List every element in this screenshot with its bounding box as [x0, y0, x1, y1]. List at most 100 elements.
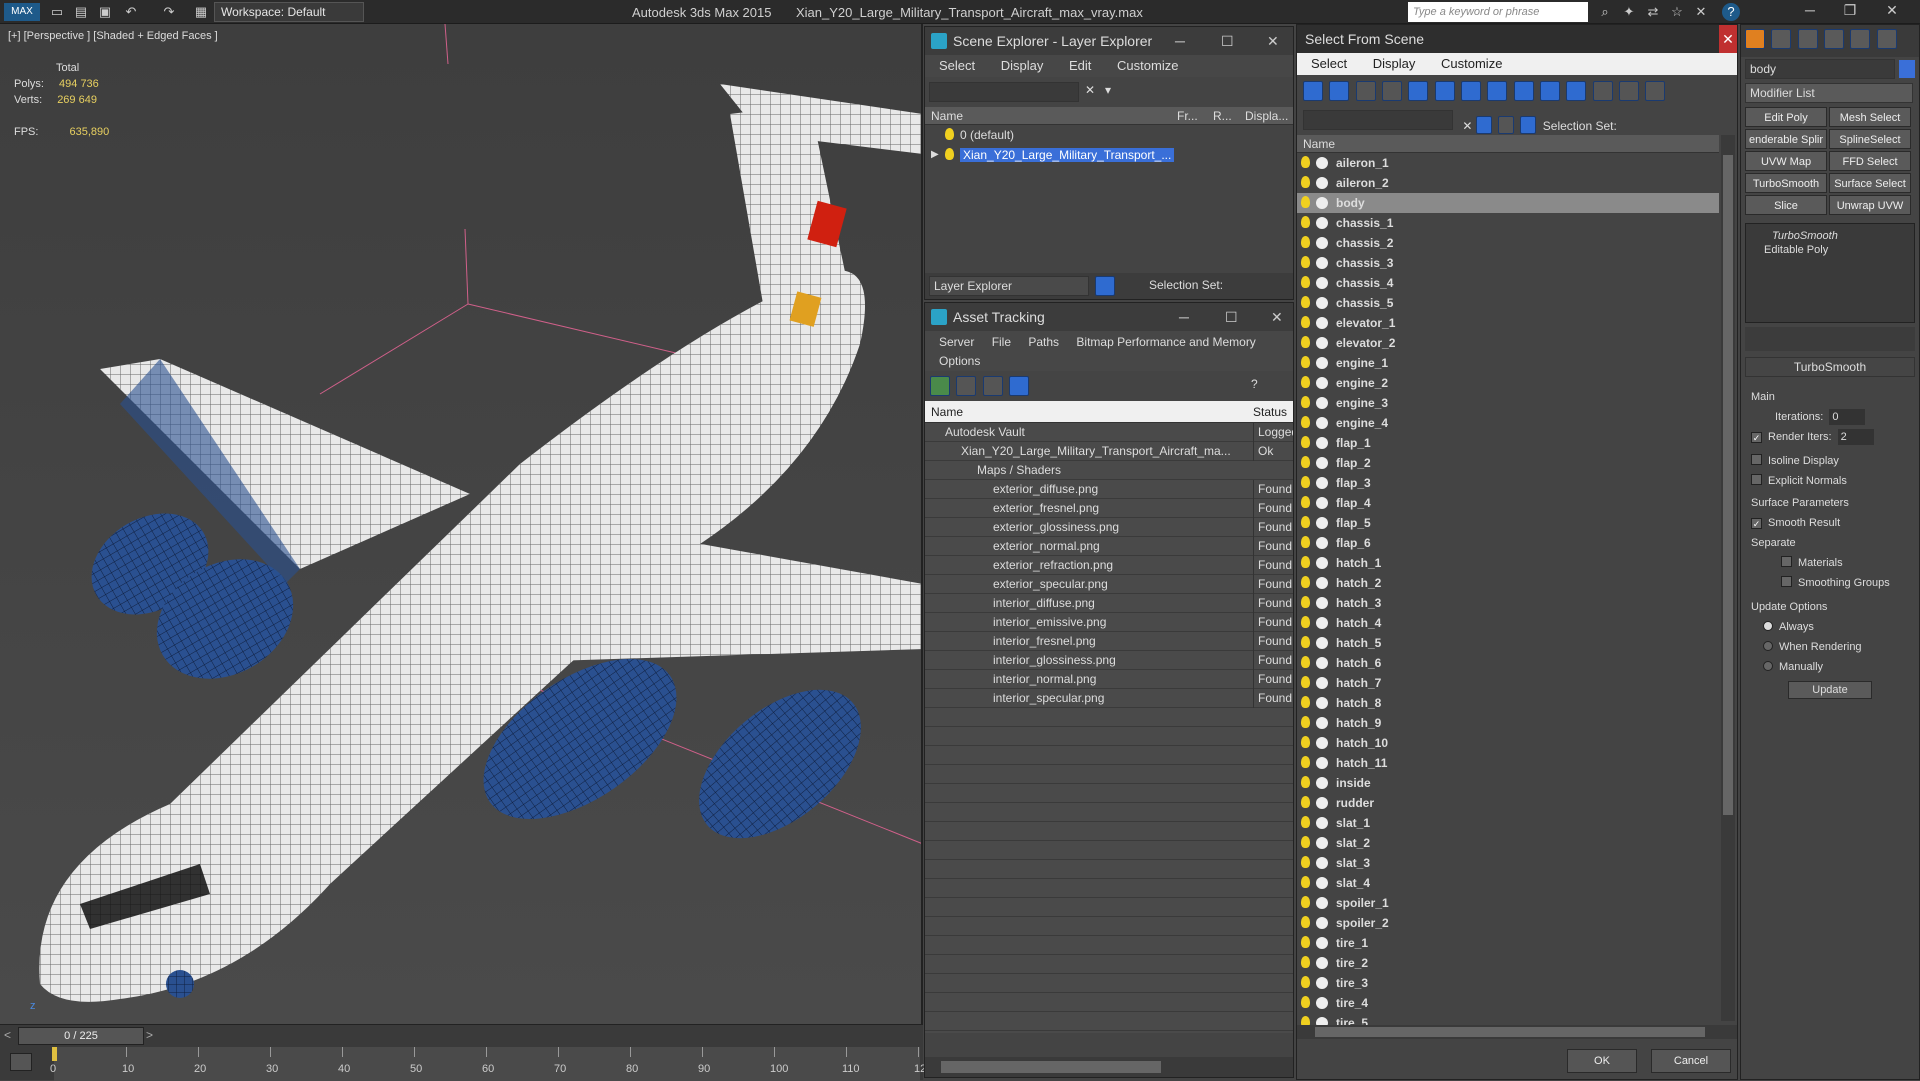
menu-select[interactable]: Select [1311, 56, 1347, 71]
x-icon[interactable]: ✕ [1692, 3, 1710, 21]
light-bulb-icon[interactable] [1301, 736, 1310, 748]
display-shapes-icon[interactable] [1329, 81, 1350, 101]
object-list-item[interactable]: body [1297, 193, 1719, 213]
render-iters-checkbox[interactable]: ✓ [1751, 432, 1762, 443]
display-frozen-icon[interactable] [1566, 81, 1587, 101]
asset-row[interactable]: exterior_refraction.png Found [925, 556, 1293, 575]
star-icon[interactable]: ☆ [1668, 3, 1686, 21]
light-bulb-icon[interactable] [1301, 716, 1310, 728]
layer-row[interactable]: ▶ Xian_Y20_Large_Military_Transport_... [925, 145, 1293, 165]
object-list-item[interactable]: spoiler_1 [1297, 893, 1719, 913]
exchange-icon[interactable]: ⇄ [1644, 3, 1662, 21]
scroll-thumb[interactable] [941, 1061, 1161, 1073]
modifier-set-button[interactable]: UVW Map [1745, 151, 1827, 171]
object-list-item[interactable]: chassis_4 [1297, 273, 1719, 293]
light-bulb-icon[interactable] [1301, 576, 1310, 588]
col-name[interactable]: Name [1303, 137, 1335, 151]
layer-toggle-icon[interactable] [1095, 276, 1115, 296]
asset-row[interactable]: interior_normal.png Found [925, 670, 1293, 689]
workspace-dropdown[interactable]: Workspace: Default [214, 2, 364, 22]
light-bulb-icon[interactable] [1301, 696, 1310, 708]
object-list-item[interactable]: elevator_1 [1297, 313, 1719, 333]
stack-item-editable-poly[interactable]: Editable Poly [1750, 244, 1910, 256]
max-logo-icon[interactable]: MAX [4, 3, 40, 21]
redo-icon[interactable]: ↷ [160, 3, 178, 21]
light-bulb-icon[interactable] [1301, 516, 1310, 528]
maximize-icon[interactable]: ☐ [1225, 303, 1238, 331]
light-bulb-icon[interactable] [945, 128, 954, 140]
modifier-set-button[interactable]: FFD Select [1829, 151, 1911, 171]
object-list-item[interactable]: slat_3 [1297, 853, 1719, 873]
col-render[interactable]: R... [1213, 107, 1232, 125]
object-list-hscrollbar[interactable] [1297, 1025, 1737, 1039]
light-bulb-icon[interactable] [1301, 796, 1310, 808]
always-radio[interactable] [1763, 621, 1773, 631]
object-list-item[interactable]: engine_1 [1297, 353, 1719, 373]
binoculars-icon[interactable]: ⌕ [1596, 3, 1614, 21]
light-bulb-icon[interactable] [1301, 756, 1310, 768]
close-icon[interactable]: ✕ [1719, 25, 1737, 53]
cancel-button[interactable]: Cancel [1651, 1049, 1731, 1073]
light-bulb-icon[interactable] [1301, 536, 1310, 548]
isoline-checkbox[interactable] [1751, 454, 1762, 465]
light-bulb-icon[interactable] [1301, 356, 1310, 368]
object-list-item[interactable]: spoiler_2 [1297, 913, 1719, 933]
explicit-normals-checkbox[interactable] [1751, 474, 1762, 485]
open-file-icon[interactable]: ▤ [72, 3, 90, 21]
display-groups-icon[interactable] [1461, 81, 1482, 101]
close-icon[interactable]: ✕ [1271, 303, 1283, 331]
light-bulb-icon[interactable] [1301, 316, 1310, 328]
clear-filter-icon[interactable]: ✕ [1462, 119, 1472, 133]
modifier-set-button[interactable]: Unwrap UVW [1829, 195, 1911, 215]
display-lights-icon[interactable] [1355, 81, 1376, 101]
maximize-icon[interactable]: ☐ [1221, 27, 1234, 55]
object-list-item[interactable]: flap_1 [1297, 433, 1719, 453]
list-view-icon[interactable] [956, 376, 977, 396]
light-bulb-icon[interactable] [1301, 936, 1310, 948]
clear-search-icon[interactable]: ✕ [1085, 83, 1095, 97]
light-bulb-icon[interactable] [1301, 336, 1310, 348]
object-list-item[interactable]: tire_3 [1297, 973, 1719, 993]
maximize-icon[interactable]: ❐ [1830, 2, 1870, 22]
motion-tab-icon[interactable] [1824, 29, 1845, 49]
asset-row[interactable]: interior_emissive.png Found [925, 613, 1293, 632]
object-list-item[interactable]: flap_6 [1297, 533, 1719, 553]
light-bulb-icon[interactable] [1301, 436, 1310, 448]
select-all-icon[interactable] [1592, 81, 1613, 101]
object-list-item[interactable]: hatch_11 [1297, 753, 1719, 773]
current-frame-marker[interactable] [52, 1047, 57, 1061]
display-tab-icon[interactable] [1850, 29, 1871, 49]
object-list-item[interactable]: tire_4 [1297, 993, 1719, 1013]
expand-icon[interactable]: ▶ [931, 145, 939, 165]
timeline[interactable]: 0 / 225 < > 0 10 20 30 40 50 60 70 80 90 100 110 12 [0, 1024, 926, 1081]
menu-options[interactable]: Options [939, 354, 980, 368]
layer-row[interactable]: 0 (default) [925, 125, 1293, 145]
light-bulb-icon[interactable] [1301, 636, 1310, 648]
modifier-set-button[interactable]: enderable Splir [1745, 129, 1827, 149]
object-list-item[interactable]: chassis_1 [1297, 213, 1719, 233]
object-list-item[interactable]: hatch_10 [1297, 733, 1719, 753]
modifier-set-button[interactable]: SplineSelect [1829, 129, 1911, 149]
light-bulb-icon[interactable] [1301, 976, 1310, 988]
object-list-item[interactable]: engine_3 [1297, 393, 1719, 413]
display-geometry-icon[interactable] [1303, 81, 1323, 101]
object-list-item[interactable]: hatch_9 [1297, 713, 1719, 733]
scroll-thumb[interactable] [1723, 155, 1733, 815]
perspective-viewport[interactable]: [+] [Perspective ] [Shaded + Edged Faces… [0, 24, 923, 1024]
stack-item-turbosmooth[interactable]: TurboSmooth [1750, 230, 1910, 242]
asset-row[interactable]: interior_diffuse.png Found [925, 594, 1293, 613]
menu-bitmap[interactable]: Bitmap Performance and Memory [1076, 335, 1255, 349]
utilities-tab-icon[interactable] [1876, 29, 1897, 49]
turbosmooth-rollout-header[interactable]: TurboSmooth [1745, 357, 1915, 377]
help-icon[interactable]: ? [1251, 377, 1258, 391]
object-list-item[interactable]: slat_4 [1297, 873, 1719, 893]
light-bulb-icon[interactable] [1301, 656, 1310, 668]
explorer-type-dropdown[interactable]: Layer Explorer [929, 276, 1089, 296]
object-list-item[interactable]: tire_2 [1297, 953, 1719, 973]
object-list-vscrollbar[interactable] [1721, 135, 1735, 1021]
asset-hscrollbar[interactable] [925, 1057, 1293, 1077]
object-list-item[interactable]: aileron_2 [1297, 173, 1719, 193]
object-list-item[interactable]: hatch_8 [1297, 693, 1719, 713]
light-bulb-icon[interactable] [1301, 896, 1310, 908]
asset-row[interactable]: exterior_fresnel.png Found [925, 499, 1293, 518]
